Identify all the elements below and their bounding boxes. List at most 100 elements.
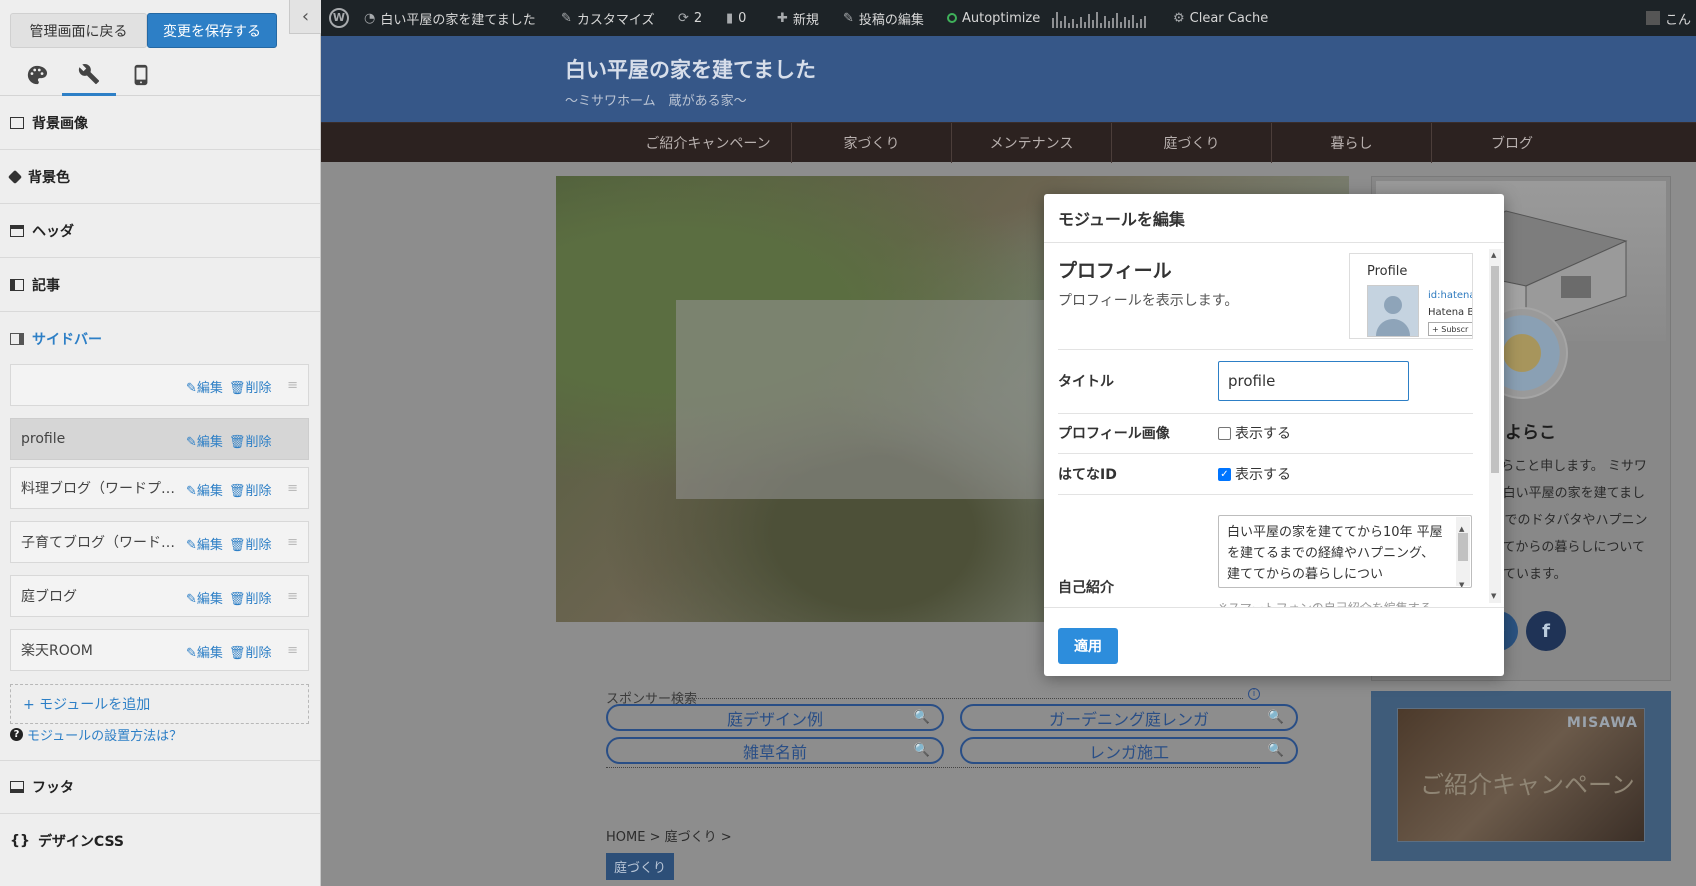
save-changes-button[interactable]: 変更を保存する [147,13,277,48]
sponsor-link[interactable]: 庭デザイン例 🔍 [606,704,944,731]
facebook-icon[interactable]: f [1526,611,1566,651]
site-header [321,36,1696,122]
section-bg-image[interactable]: 背景画像 [0,96,320,150]
module-delete-link[interactable]: 🗑削除 [229,480,272,499]
module-edit-link[interactable]: ✎編集 [186,588,223,607]
checkbox-unchecked[interactable] [1218,426,1231,440]
nav-item-campaign[interactable]: ご紹介キャンペーン [625,123,792,163]
cache-icon: ⚙ [1173,10,1185,26]
question-icon: ? [10,728,23,741]
title-input[interactable]: profile [1218,361,1409,401]
admin-bar-autoptimize[interactable]: Autoptimize [947,0,1040,36]
status-dot-icon [947,13,957,23]
tab-customize[interactable] [62,54,116,96]
site-description: 〜ミサワホーム 蔵がある家〜 [565,94,747,109]
module-edit-link[interactable]: ✎編集 [186,377,223,396]
textarea-scrollbar[interactable]: ▲ ▼ [1456,517,1470,587]
field-title-label: タイトル [1058,374,1114,390]
module-delete-link[interactable]: 🗑削除 [229,642,272,661]
nav-item-blog[interactable]: ブログ [1432,123,1592,163]
sponsor-link[interactable]: 雑草名前 🔍 [606,737,944,764]
module-delete-link[interactable]: 🗑削除 [229,534,272,553]
admin-bar-clear-cache[interactable]: ⚙ Clear Cache [1173,0,1268,36]
category-tag[interactable]: 庭づくり [606,853,675,880]
admin-bar-user[interactable]: こん [1646,0,1691,36]
nav-item-life[interactable]: 暮らし [1272,123,1432,163]
nav-item-maintenance[interactable]: メンテナンス [952,123,1112,163]
global-nav: ご紹介キャンペーン 家づくり メンテナンス 庭づくり 暮らし ブログ [321,122,1696,163]
nav-item-garden[interactable]: 庭づくり [1112,123,1272,163]
section-header[interactable]: ヘッダ [0,204,320,258]
section-sidebar[interactable]: サイドバー [0,312,320,366]
hatena-id-checkbox[interactable]: ✓ 表示する [1218,464,1291,484]
admin-bar-comments[interactable]: ▮ 0 [726,0,746,36]
pencil-icon: ✎ [843,10,854,26]
section-bg-color[interactable]: 背景色 [0,150,320,204]
nav-item-house[interactable]: 家づくり [792,123,952,163]
drag-handle-icon[interactable]: ≡ [287,643,298,658]
bio-mobile-note: ※スマートフォンの自己紹介を編集する [1218,599,1432,607]
module-description: プロフィールを表示します。 [1058,293,1239,309]
sponsor-link[interactable]: ガーデニング庭レンガ 🔍 [960,704,1298,731]
sponsored-search: スポンサー検索 i 庭デザイン例 🔍 ガーデニング庭レンガ 🔍 雑草名前 🔍 レンガ施… [606,688,1298,770]
module-item[interactable]: 子育てブログ（ワード… ✎編集 🗑削除 ≡ [10,521,309,563]
module-item[interactable]: 庭ブログ ✎編集 🗑削除 ≡ [10,575,309,617]
drag-handle-icon[interactable]: ≡ [287,378,298,393]
admin-bar-new[interactable]: ✚ 新規 [777,0,819,36]
module-item[interactable]: 楽天ROOM ✎編集 🗑削除 ≡ [10,629,309,671]
module-name: 庭ブログ [21,589,77,605]
profile-image-checkbox[interactable]: 表示する [1218,423,1291,443]
drag-handle-icon[interactable]: ≡ [287,589,298,604]
site-title[interactable]: 白い平屋の家を建てました [565,54,816,84]
divider [1058,453,1473,454]
wordpress-logo-icon[interactable]: W [329,0,349,36]
admin-bar-customize[interactable]: ✎ カスタマイズ [561,0,655,36]
tab-design[interactable] [10,54,64,96]
header-layout-icon [10,224,24,237]
module-edit-link[interactable]: ✎編集 [186,431,223,450]
tab-mobile[interactable] [114,54,168,96]
code-braces-icon: {} [10,833,30,849]
back-to-admin-button[interactable]: 管理画面に戻る [10,13,147,48]
search-icon: 🔍 [913,710,930,725]
collapse-sidebar-button[interactable]: ‹ [289,0,321,34]
section-article[interactable]: 記事 [0,258,320,312]
scrollbar-thumb[interactable] [1491,266,1499,473]
avatar-icon [1646,11,1660,25]
user-silhouette-icon [1376,296,1410,336]
module-item[interactable]: ✎編集 🗑削除 ≡ [10,364,309,406]
module-edit-link[interactable]: ✎編集 [186,534,223,553]
drag-handle-icon[interactable]: ≡ [287,535,298,550]
module-delete-link[interactable]: 🗑削除 [229,431,272,450]
sponsor-link[interactable]: レンガ施工 🔍 [960,737,1298,764]
admin-bar-edit-post[interactable]: ✎ 投稿の編集 [843,0,924,36]
module-help-link[interactable]: ? モジュールの設置方法は？ [10,725,182,744]
apply-button[interactable]: 適用 [1058,628,1118,664]
module-item[interactable]: 料理ブログ（ワードプ… ✎編集 🗑削除 ≡ [10,467,309,509]
breadcrumb[interactable]: HOME > 庭づくり > [606,826,732,845]
refresh-icon: ⟳ [678,10,689,26]
scrollbar-thumb[interactable] [1458,533,1468,561]
wrench-icon [78,63,100,84]
drag-handle-icon[interactable]: ≡ [287,481,298,496]
sidebar-layout-icon [10,333,24,345]
module-delete-link[interactable]: 🗑削除 [229,377,272,396]
dialog-scrollbar[interactable]: ▲ ▼ [1489,249,1501,603]
admin-bar-site-name[interactable]: ◔ 白い平屋の家を建てました [364,0,536,36]
module-edit-link[interactable]: ✎編集 [186,480,223,499]
bio-textarea[interactable]: 白い平屋の家を建ててから10年 平屋を建てるまでの経緯やハプニング、建ててからの… [1218,515,1472,588]
checkbox-checked[interactable]: ✓ [1218,467,1231,481]
admin-bar-updates[interactable]: ⟳ 2 [678,0,702,36]
section-footer[interactable]: フッタ [0,760,320,814]
module-name: 料理ブログ（ワードプ… [21,481,175,497]
field-hatena-id-label: はてなID [1058,467,1117,483]
add-module-button[interactable]: + モジュールを追加 [10,684,309,724]
campaign-banner[interactable]: MISAWA ご紹介キャンペーン [1371,691,1671,861]
module-edit-link[interactable]: ✎編集 [186,642,223,661]
module-delete-link[interactable]: 🗑削除 [229,588,272,607]
preview-name: Hatena B [1428,307,1473,318]
info-icon[interactable]: i [1248,688,1260,700]
section-design-css[interactable]: {} デザインCSS [0,814,320,868]
site-preview: W ◔ 白い平屋の家を建てました ✎ カスタマイズ ⟳ 2 ▮ 0 ✚ 新規 ✎… [321,0,1696,886]
module-item-profile[interactable]: profile ✎編集 🗑削除 [10,418,309,460]
